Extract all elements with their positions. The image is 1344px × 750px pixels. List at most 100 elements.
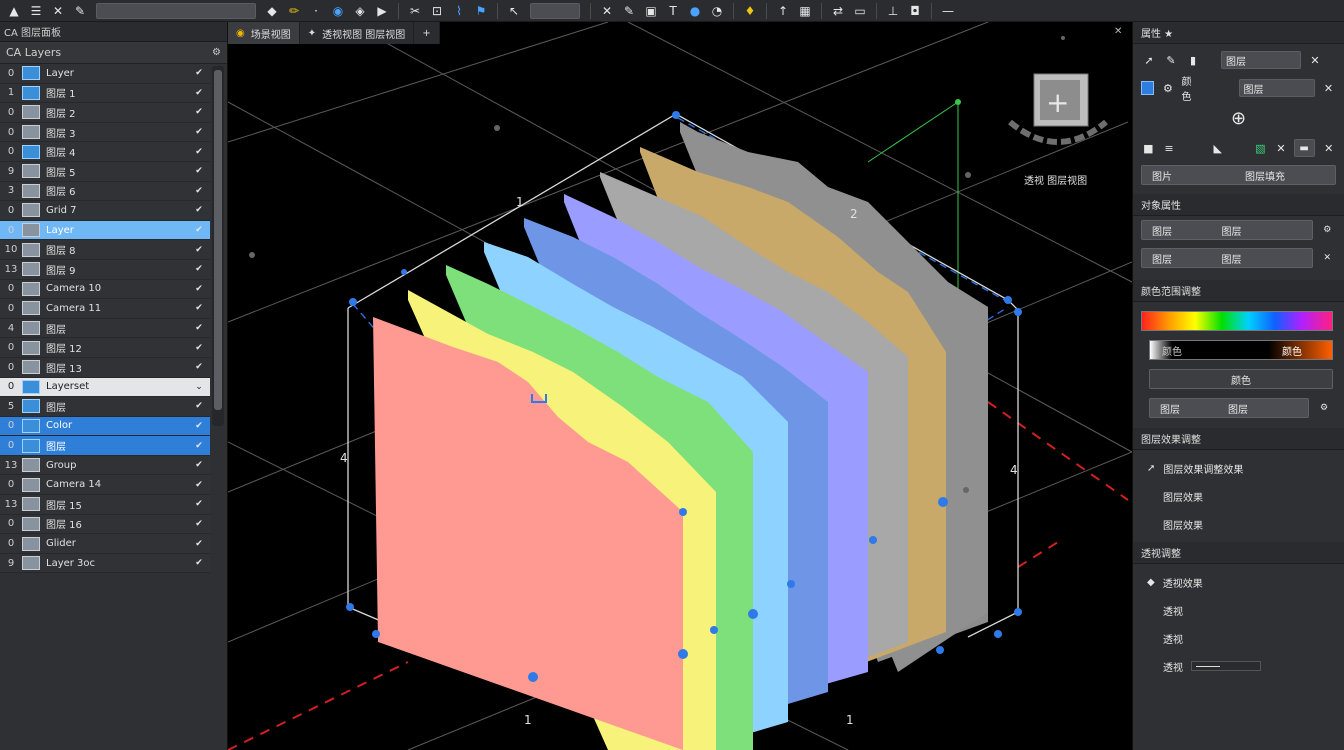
- layer-row[interactable]: 13 图层 15 ✔: [0, 495, 210, 515]
- layer-row[interactable]: 0 Camera 11 ✔: [0, 299, 210, 319]
- close-icon[interactable]: ✕: [1274, 140, 1289, 156]
- layer-row[interactable]: 3 图层 6 ✔: [0, 181, 210, 202]
- frame-icon[interactable]: ▣: [641, 2, 661, 20]
- color-button[interactable]: 颜色: [1149, 369, 1333, 389]
- monitor-icon[interactable]: ▭: [850, 2, 870, 20]
- layers-scrollbar[interactable]: [212, 66, 224, 426]
- text-icon[interactable]: T: [663, 2, 683, 20]
- toggle-field[interactable]: ▬: [1294, 139, 1316, 157]
- check-icon[interactable]: ✔: [188, 499, 210, 509]
- layer-row[interactable]: 0 图层 ✔: [0, 436, 210, 456]
- list-item[interactable]: 图层效果: [1133, 482, 1344, 510]
- check-icon[interactable]: ✔: [188, 245, 210, 255]
- globe-icon[interactable]: ◉: [328, 2, 348, 20]
- minus-icon[interactable]: —: [938, 2, 958, 20]
- list-item[interactable]: 透视: [1133, 596, 1344, 624]
- add-tab-button[interactable]: +: [414, 22, 440, 44]
- layer-row[interactable]: 4 图层 ✔: [0, 318, 210, 339]
- layer-row[interactable]: 5 图层 ✔: [0, 397, 210, 417]
- layer-row[interactable]: 0 Layerset ⌄: [0, 377, 210, 398]
- measure-icon[interactable]: ⊥: [883, 2, 903, 20]
- brush-icon[interactable]: ⌇: [449, 2, 469, 20]
- check-icon[interactable]: ✔: [188, 441, 210, 451]
- color-spectrum-bar[interactable]: [1141, 311, 1333, 331]
- check-icon[interactable]: ✔: [188, 127, 210, 137]
- crop-icon[interactable]: ⊡: [427, 2, 447, 20]
- globe2-icon[interactable]: ●: [685, 2, 705, 20]
- play-icon[interactable]: ▶: [372, 2, 392, 20]
- bookmark-icon[interactable]: ◈: [350, 2, 370, 20]
- check-icon[interactable]: ✔: [188, 401, 210, 411]
- list-item[interactable]: 透视: [1133, 624, 1344, 652]
- check-icon[interactable]: ✔: [188, 421, 210, 431]
- object-button-2[interactable]: 图层 图层: [1141, 248, 1313, 268]
- perspective-slider[interactable]: [1191, 661, 1261, 671]
- check-icon[interactable]: ✔: [188, 323, 210, 333]
- check-icon[interactable]: ✔: [188, 480, 210, 490]
- tag-icon[interactable]: ✏: [284, 2, 304, 20]
- toolbar-search-field[interactable]: [96, 2, 256, 19]
- close-icon[interactable]: ✕: [1319, 248, 1336, 268]
- layer-row[interactable]: 0 图层 13 ✔: [0, 357, 210, 378]
- toolbar-small-field[interactable]: [530, 2, 580, 19]
- navigation-gizmo[interactable]: +: [1008, 73, 1108, 145]
- pen-icon[interactable]: ✎: [70, 2, 90, 20]
- check-icon[interactable]: ✔: [188, 362, 210, 372]
- scissors-icon[interactable]: ✂: [405, 2, 425, 20]
- layer-row[interactable]: 0 Glider ✔: [0, 534, 210, 554]
- check-icon[interactable]: ✔: [188, 460, 210, 470]
- close-icon[interactable]: ✕: [1307, 52, 1323, 68]
- layer-row[interactable]: 9 Layer 3oc ✔: [0, 553, 210, 574]
- triangle-icon[interactable]: ▲: [4, 2, 24, 20]
- green-axis-handle[interactable]: [955, 99, 961, 105]
- check-icon[interactable]: ✔: [188, 147, 210, 157]
- properties-field-2[interactable]: 图层: [1238, 79, 1315, 97]
- list-item[interactable]: 透视: [1133, 652, 1344, 680]
- tab-perspective[interactable]: ✦ 透视视图 图层视图: [300, 22, 415, 44]
- layer-row[interactable]: 10 图层 8 ✔: [0, 240, 210, 260]
- gear-icon[interactable]: ⚙: [1319, 220, 1336, 240]
- dot-icon[interactable]: ·: [306, 2, 326, 20]
- gear-icon[interactable]: ⚙: [212, 47, 221, 58]
- bookmark-icon[interactable]: ▮: [1185, 52, 1201, 68]
- close-icon[interactable]: ✕: [1321, 140, 1336, 156]
- object-button-1[interactable]: 图层 图层: [1141, 220, 1313, 240]
- layer-row[interactable]: 0 图层 3 ✔: [0, 122, 210, 143]
- properties-field-1[interactable]: 图层: [1221, 51, 1301, 69]
- layer-row[interactable]: 0 Grid 7 ✔: [0, 201, 210, 221]
- close-icon[interactable]: ✕: [1114, 26, 1126, 38]
- bookmark-icon[interactable]: ◣: [1210, 140, 1225, 156]
- check-icon[interactable]: ✔: [188, 68, 210, 78]
- gauge-icon[interactable]: ◔: [707, 2, 727, 20]
- layer-row[interactable]: 0 Camera 10 ✔: [0, 279, 210, 300]
- viewport-canvas[interactable]: 1 2 4 4 1 1 +: [228, 22, 1132, 750]
- layer-row[interactable]: 0 Layer ✔: [0, 64, 210, 84]
- layer-row[interactable]: 0 图层 12 ✔: [0, 338, 210, 358]
- layer-row[interactable]: 0 图层 16 ✔: [0, 514, 210, 535]
- close-icon[interactable]: ✕: [1321, 80, 1336, 96]
- pair-icon[interactable]: ⇄: [828, 2, 848, 20]
- layers-scrollbar-thumb[interactable]: [214, 70, 222, 410]
- anchor-icon[interactable]: ⊕: [1231, 108, 1247, 129]
- layer-row[interactable]: 13 Group ✔: [0, 455, 210, 476]
- list-item[interactable]: ➚ 图层效果调整效果: [1133, 454, 1344, 482]
- layer-row[interactable]: 0 Camera 14 ✔: [0, 475, 210, 496]
- check-icon[interactable]: ✔: [188, 303, 210, 313]
- check-icon[interactable]: ✔: [188, 186, 210, 196]
- list-item[interactable]: ◆ 透视效果: [1133, 568, 1344, 596]
- sphere-icon[interactable]: ◆: [262, 2, 282, 20]
- check-icon[interactable]: ✔: [188, 558, 210, 568]
- cursor-icon[interactable]: ↖: [504, 2, 524, 20]
- value-gradient-bar[interactable]: 颜色 颜色: [1149, 340, 1333, 360]
- pencil-icon[interactable]: ✎: [1163, 52, 1179, 68]
- layer-row[interactable]: 1 图层 1 ✔: [0, 83, 210, 104]
- list-item[interactable]: 图层效果: [1133, 510, 1344, 538]
- square-icon[interactable]: ■: [1141, 140, 1156, 156]
- chevron-down-icon[interactable]: ⌄: [188, 382, 210, 392]
- check-icon[interactable]: ✔: [188, 284, 210, 294]
- tab-scene[interactable]: ◉ 场景视图: [228, 22, 300, 44]
- image-icon[interactable]: ▧: [1253, 140, 1268, 156]
- layer-row[interactable]: 9 图层 5 ✔: [0, 161, 210, 182]
- menu-icon[interactable]: ☰: [26, 2, 46, 20]
- camera-icon[interactable]: ◘: [905, 2, 925, 20]
